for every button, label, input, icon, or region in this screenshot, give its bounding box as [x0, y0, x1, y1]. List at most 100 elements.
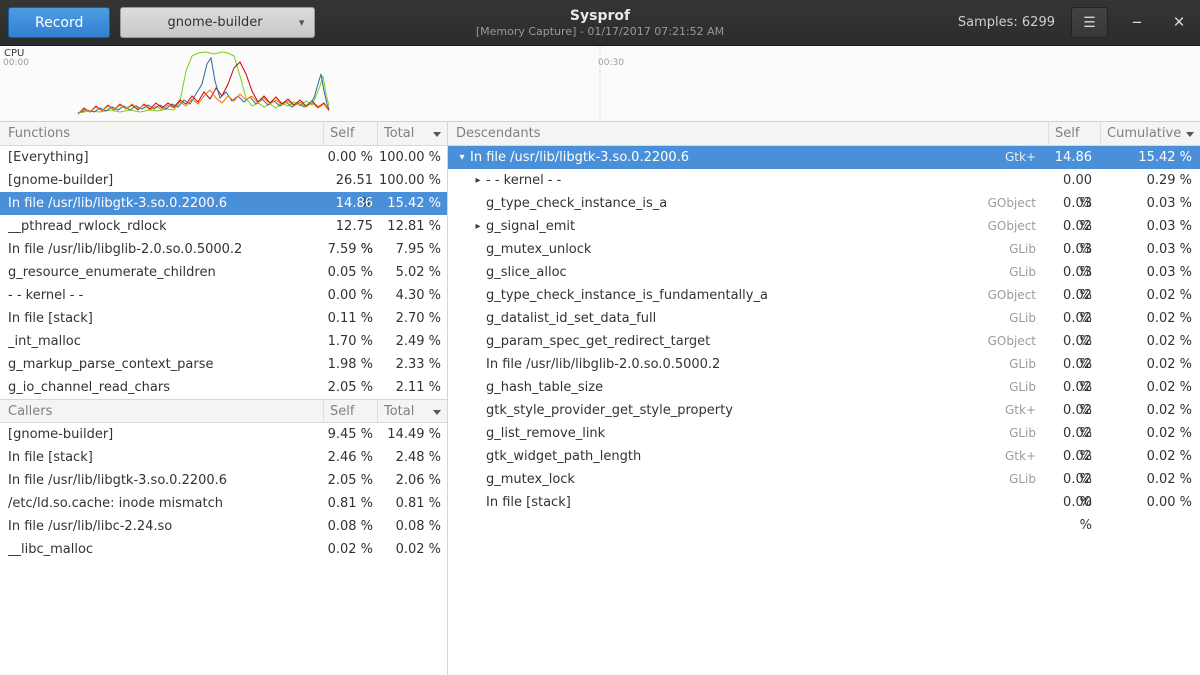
- library-label: GLib: [1009, 468, 1048, 491]
- tree-row[interactable]: ▸- - kernel - -0.00 %0.29 %: [448, 169, 1200, 192]
- column-header-cumulative[interactable]: Cumulative: [1100, 122, 1200, 145]
- hamburger-icon: ☰: [1083, 14, 1096, 31]
- column-header-callers[interactable]: Callers: [0, 400, 323, 422]
- column-header-total[interactable]: Total: [377, 400, 447, 422]
- table-row[interactable]: g_resource_enumerate_children0.05 %5.02 …: [0, 261, 447, 284]
- column-header-self[interactable]: Self: [1048, 122, 1100, 145]
- expander-open-icon[interactable]: ▾: [454, 146, 470, 169]
- function-name-cell: g_markup_parse_context_parse: [0, 353, 323, 376]
- headerbar: Record gnome-builder ▾ Sysprof [Memory C…: [0, 0, 1200, 46]
- column-header-functions[interactable]: Functions: [0, 122, 323, 145]
- table-row[interactable]: [Everything]0.00 %100.00 %: [0, 146, 447, 169]
- sort-descending-icon: [1186, 132, 1194, 137]
- tree-row[interactable]: gtk_style_provider_get_style_propertyGtk…: [448, 399, 1200, 422]
- cumulative-value: 0.03 %: [1100, 215, 1200, 238]
- library-label: [1036, 169, 1048, 192]
- library-label: GLib: [1009, 307, 1048, 330]
- column-header-total[interactable]: Total: [377, 122, 447, 145]
- tree-row[interactable]: g_type_check_instance_is_fundamentally_a…: [448, 284, 1200, 307]
- window-subtitle: [Memory Capture] - 01/17/2017 07:21:52 A…: [476, 25, 724, 38]
- main-content: Functions Self Total [Everything]0.00 %1…: [0, 122, 1200, 675]
- table-row[interactable]: - - kernel - -0.00 %4.30 %: [0, 284, 447, 307]
- tree-row[interactable]: g_mutex_unlockGLib0.03 %0.03 %: [448, 238, 1200, 261]
- table-row[interactable]: In file /usr/lib/libgtk-3.so.0.2200.614.…: [0, 192, 447, 215]
- table-row[interactable]: In file /usr/lib/libc-2.24.so0.08 %0.08 …: [0, 515, 447, 538]
- minimize-button[interactable]: −: [1124, 10, 1150, 36]
- self-value: 0.02 %: [1048, 399, 1100, 422]
- function-name-cell: g_list_remove_link: [486, 422, 605, 445]
- right-pane: Descendants Self Cumulative ▾In file /us…: [448, 122, 1200, 675]
- table-row[interactable]: __pthread_rwlock_rdlock12.75 %12.81 %: [0, 215, 447, 238]
- cumulative-value: 15.42 %: [1100, 146, 1200, 169]
- table-row[interactable]: __libc_malloc0.02 %0.02 %: [0, 538, 447, 561]
- table-row[interactable]: In file [stack]0.11 %2.70 %: [0, 307, 447, 330]
- self-value: 0.02 %: [1048, 330, 1100, 353]
- table-row[interactable]: g_markup_parse_context_parse1.98 %2.33 %: [0, 353, 447, 376]
- function-name-cell: [gnome-builder]: [0, 423, 323, 446]
- tree-row[interactable]: g_mutex_lockGLib0.02 %0.02 %: [448, 468, 1200, 491]
- table-row[interactable]: In file /usr/lib/libglib-2.0.so.0.5000.2…: [0, 238, 447, 261]
- function-name-cell: g_mutex_lock: [486, 468, 575, 491]
- descendants-table: Descendants Self Cumulative ▾In file /us…: [448, 122, 1200, 514]
- function-name-cell: In file /usr/lib/libglib-2.0.so.0.5000.2: [0, 238, 323, 261]
- self-value: 2.05 %: [323, 469, 377, 492]
- menu-button[interactable]: ☰: [1071, 7, 1108, 38]
- tree-row[interactable]: g_param_spec_get_redirect_targetGObject0…: [448, 330, 1200, 353]
- library-label: GLib: [1009, 261, 1048, 284]
- chevron-down-icon: ▾: [299, 16, 305, 29]
- table-row[interactable]: In file [stack]2.46 %2.48 %: [0, 446, 447, 469]
- tree-row[interactable]: In file /usr/lib/libglib-2.0.so.0.5000.2…: [448, 353, 1200, 376]
- descendants-table-body: ▾In file /usr/lib/libgtk-3.so.0.2200.6 Gt…: [448, 146, 1200, 514]
- expander-collapsed-icon[interactable]: ▸: [470, 169, 486, 192]
- function-name-cell: In file /usr/lib/libglib-2.0.so.0.5000.2: [486, 353, 720, 376]
- tree-row[interactable]: ▸g_signal_emitGObject0.02 %0.03 %: [448, 215, 1200, 238]
- column-header-self[interactable]: Self: [323, 400, 377, 422]
- library-label: Gtk+: [1005, 146, 1048, 169]
- library-label: [1036, 491, 1048, 514]
- total-value: 2.49 %: [377, 330, 447, 353]
- tree-row[interactable]: g_datalist_id_set_data_fullGLib0.02 %0.0…: [448, 307, 1200, 330]
- library-label: GObject: [988, 330, 1048, 353]
- tree-row[interactable]: g_type_check_instance_is_aGObject0.03 %0…: [448, 192, 1200, 215]
- sort-descending-icon: [433, 132, 441, 137]
- cumulative-value: 0.03 %: [1100, 192, 1200, 215]
- close-button[interactable]: ×: [1166, 10, 1192, 36]
- self-value: 2.05 %: [323, 376, 377, 399]
- self-value: 7.59 %: [323, 238, 377, 261]
- tree-row[interactable]: g_list_remove_linkGLib0.02 %0.02 %: [448, 422, 1200, 445]
- table-row[interactable]: [gnome-builder]26.51 %100.00 %: [0, 169, 447, 192]
- tree-row[interactable]: g_hash_table_sizeGLib0.02 %0.02 %: [448, 376, 1200, 399]
- self-value: 0.02 %: [1048, 468, 1100, 491]
- table-row[interactable]: In file /usr/lib/libgtk-3.so.0.2200.62.0…: [0, 469, 447, 492]
- total-value: 14.49 %: [377, 423, 447, 446]
- library-label: GLib: [1009, 376, 1048, 399]
- cumulative-value: 0.02 %: [1100, 422, 1200, 445]
- table-row[interactable]: [gnome-builder]9.45 %14.49 %: [0, 423, 447, 446]
- tree-row[interactable]: In file [stack]0.00 %0.00 %: [448, 491, 1200, 514]
- process-selector-dropdown[interactable]: gnome-builder ▾: [120, 7, 315, 38]
- total-value: 4.30 %: [377, 284, 447, 307]
- column-header-self[interactable]: Self: [323, 122, 377, 145]
- cumulative-value: 0.00 %: [1100, 491, 1200, 514]
- table-row[interactable]: g_io_channel_read_chars2.05 %2.11 %: [0, 376, 447, 399]
- self-value: 9.45 %: [323, 423, 377, 446]
- expander-collapsed-icon[interactable]: ▸: [470, 215, 486, 238]
- cpu-graph-panel[interactable]: CPU 00:00 00:30: [0, 46, 1200, 122]
- cumulative-value: 0.02 %: [1100, 468, 1200, 491]
- total-value: 100.00 %: [377, 146, 447, 169]
- tree-row[interactable]: ▾In file /usr/lib/libgtk-3.so.0.2200.6 Gt…: [448, 146, 1200, 169]
- expander-spacer: [470, 238, 486, 261]
- expander-spacer: [470, 330, 486, 353]
- cumulative-value: 0.02 %: [1100, 330, 1200, 353]
- column-header-descendants[interactable]: Descendants: [448, 122, 1048, 145]
- expander-spacer: [470, 353, 486, 376]
- tree-row[interactable]: gtk_widget_path_lengthGtk+0.02 %0.02 %: [448, 445, 1200, 468]
- record-button[interactable]: Record: [8, 7, 110, 38]
- tree-row[interactable]: g_slice_allocGLib0.03 %0.03 %: [448, 261, 1200, 284]
- self-value: 26.51 %: [323, 169, 377, 192]
- function-name-cell: g_datalist_id_set_data_full: [486, 307, 656, 330]
- self-value: 0.02 %: [1048, 307, 1100, 330]
- table-row[interactable]: _int_malloc1.70 %2.49 %: [0, 330, 447, 353]
- function-name-cell: In file /usr/lib/libgtk-3.so.0.2200.6: [470, 146, 689, 169]
- table-row[interactable]: /etc/ld.so.cache: inode mismatch0.81 %0.…: [0, 492, 447, 515]
